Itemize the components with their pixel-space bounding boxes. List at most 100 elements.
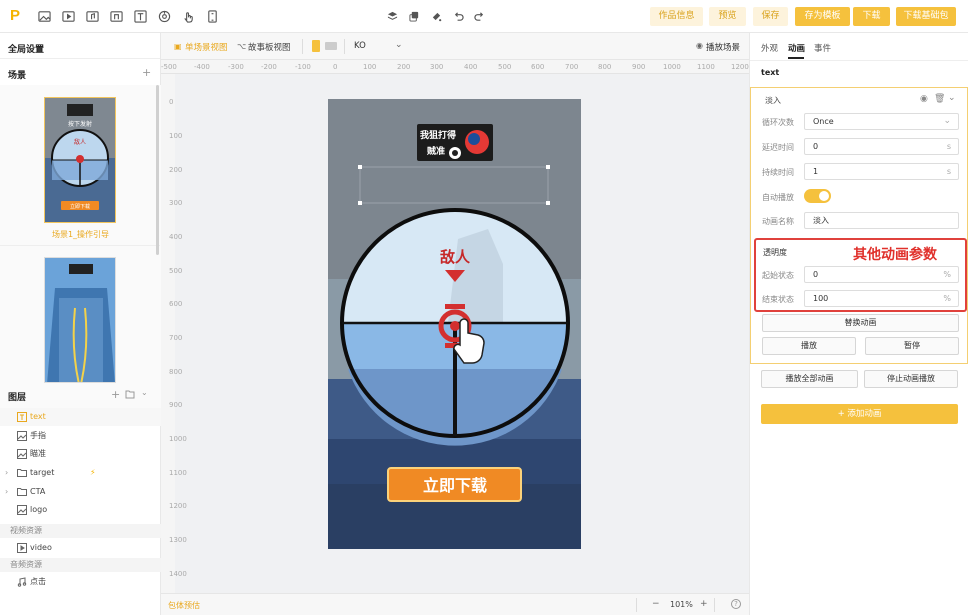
- hand-tool-icon[interactable]: [182, 10, 195, 23]
- scene-list-scrollbar[interactable]: [156, 85, 159, 255]
- layer-item-cta[interactable]: › CTA: [0, 483, 161, 501]
- play-all-button[interactable]: 播放全部动画: [761, 370, 858, 388]
- layer-label: target: [30, 468, 55, 477]
- zoom-out-button[interactable]: −: [652, 599, 660, 609]
- layer-item-aim[interactable]: 瞄准: [0, 445, 161, 463]
- end-state-input[interactable]: 100%: [804, 290, 959, 307]
- expand-chevron-icon[interactable]: ›: [5, 464, 8, 482]
- preview-button[interactable]: 预览: [709, 7, 746, 26]
- video-label: video: [30, 543, 52, 552]
- loop-select[interactable]: Once ⌄: [804, 113, 959, 130]
- horizontal-ruler: -500 -400 -300 -200 -100 0 100 200 300 4…: [161, 60, 749, 74]
- replace-animation-button[interactable]: 替换动画: [762, 314, 959, 332]
- copy-icon[interactable]: [409, 11, 420, 22]
- tab-events[interactable]: 事件: [814, 42, 831, 54]
- single-view-icon: ▣: [174, 42, 182, 51]
- collapse-chevron-icon[interactable]: ⌄: [948, 93, 956, 103]
- phone-tool-icon[interactable]: [206, 10, 219, 23]
- preview-animation-icon[interactable]: ◉: [920, 94, 928, 104]
- scene-1-caption[interactable]: 场景1_操作引导: [0, 229, 161, 240]
- expand-chevron-icon[interactable]: ›: [5, 483, 8, 501]
- folder-icon: [17, 468, 27, 478]
- single-view-tab[interactable]: 单场景视图: [185, 41, 228, 53]
- folder-add-icon[interactable]: [125, 390, 135, 399]
- language-chevron-icon[interactable]: ⌄: [395, 40, 403, 50]
- text-tool-icon[interactable]: [134, 10, 147, 23]
- duration-label: 持续时间: [762, 168, 794, 177]
- thumb-cta-text: 立即下载: [70, 203, 90, 210]
- redo-icon[interactable]: [474, 11, 485, 22]
- play-scene-icon: ◉: [696, 41, 703, 50]
- audio-tool-icon[interactable]: [86, 10, 99, 23]
- layer-item-logo[interactable]: logo: [0, 501, 161, 519]
- layer-item-finger[interactable]: 手指: [0, 427, 161, 445]
- music-note-icon: [17, 577, 27, 587]
- save-template-button[interactable]: 存为模板: [795, 7, 850, 26]
- audio-item[interactable]: 点击: [0, 573, 161, 591]
- color-swatch-secondary[interactable]: [325, 42, 337, 50]
- tab-animation[interactable]: 动画: [788, 42, 805, 54]
- layer-item-text[interactable]: text: [0, 408, 161, 426]
- video-tool-icon[interactable]: [62, 10, 75, 23]
- loop-label: 循环次数: [762, 118, 794, 127]
- music-tool-icon[interactable]: [110, 10, 123, 23]
- package-estimate[interactable]: 包体预估: [168, 600, 200, 611]
- enemy-label: 敌人: [440, 248, 471, 266]
- add-scene-icon[interactable]: +: [142, 66, 151, 79]
- play-button[interactable]: 播放: [762, 337, 856, 355]
- folder-icon: [17, 487, 27, 497]
- image-tool-icon[interactable]: [38, 10, 51, 23]
- svg-text:我狙打得: 我狙打得: [420, 129, 456, 141]
- save-button[interactable]: 保存: [753, 7, 788, 26]
- image-layer-icon: [17, 431, 27, 441]
- image-layer-icon: [17, 449, 27, 459]
- language-select[interactable]: KO: [354, 41, 366, 51]
- download-button[interactable]: 下载: [853, 7, 890, 26]
- pause-button[interactable]: 暂停: [865, 337, 959, 355]
- svg-text:贼准: 贼准: [426, 145, 445, 157]
- target-tool-icon[interactable]: [158, 10, 171, 23]
- stop-animation-button[interactable]: 停止动画播放: [864, 370, 958, 388]
- canvas-toolbar: ▣ 单场景视图 ⌥ 故事板视图 KO ⌄ ◉ 播放场景: [161, 33, 749, 60]
- start-state-input[interactable]: 0%: [804, 266, 959, 283]
- zoom-level: 101%: [670, 600, 693, 609]
- play-scene-button[interactable]: 播放场景: [706, 41, 740, 53]
- delete-icon[interactable]: 🗑: [934, 94, 945, 104]
- game-logo: 我狙打得 贼准: [417, 124, 493, 161]
- work-info-button[interactable]: 作品信息: [650, 7, 703, 26]
- autoplay-label: 自动播放: [762, 193, 794, 202]
- canvas-status-bar: 包体预估 − 101% + ?: [161, 593, 749, 615]
- opacity-title: 透明度: [763, 248, 787, 257]
- delay-input[interactable]: 0s: [804, 138, 959, 155]
- add-animation-button[interactable]: + 添加动画: [761, 404, 958, 424]
- zoom-in-button[interactable]: +: [700, 599, 708, 609]
- scene-thumbnail-2[interactable]: [44, 257, 116, 383]
- scene-thumbnail-1[interactable]: 按下发射 敌人 立即下载: [44, 97, 116, 223]
- story-view-tab[interactable]: 故事板视图: [248, 41, 291, 53]
- anim-name-label: 动画名称: [762, 217, 794, 226]
- download-base-button[interactable]: 下载基础包: [896, 7, 956, 26]
- scene-list: 按下发射 敌人 立即下载 场景1_操作引导: [0, 85, 161, 415]
- collapse-chevron-icon[interactable]: ⌄: [141, 388, 148, 397]
- autoplay-toggle[interactable]: [804, 189, 831, 203]
- layer-item-target[interactable]: › target ⚡: [0, 464, 161, 482]
- paint-icon[interactable]: [431, 11, 442, 22]
- tab-appearance[interactable]: 外观: [761, 42, 778, 54]
- video-item[interactable]: video: [0, 539, 161, 557]
- layer-label: logo: [30, 505, 48, 514]
- undo-icon[interactable]: [453, 11, 464, 22]
- add-layer-icon[interactable]: +: [111, 388, 120, 401]
- duration-input[interactable]: 1s: [804, 163, 959, 180]
- anim-name-input[interactable]: 淡入: [804, 212, 959, 229]
- vertical-ruler: 0 100 200 300 400 500 600 700 800 900 10…: [161, 74, 187, 594]
- lightning-icon: ⚡: [90, 468, 96, 477]
- scenes-title: 场景: [8, 71, 27, 81]
- thumb-title-text: 按下发射: [68, 120, 92, 128]
- scene-preview[interactable]: 敌人 我狙打得 贼准 立即下载: [328, 99, 581, 549]
- canvas-area: ▣ 单场景视图 ⌥ 故事板视图 KO ⌄ ◉ 播放场景 -500 -400 -3…: [161, 33, 749, 615]
- global-settings-title[interactable]: 全局设置: [8, 42, 44, 55]
- layer-label: 手指: [30, 431, 46, 440]
- layer-stack-icon[interactable]: [387, 11, 398, 22]
- color-swatch-primary[interactable]: [312, 40, 320, 52]
- help-icon[interactable]: ?: [731, 599, 741, 609]
